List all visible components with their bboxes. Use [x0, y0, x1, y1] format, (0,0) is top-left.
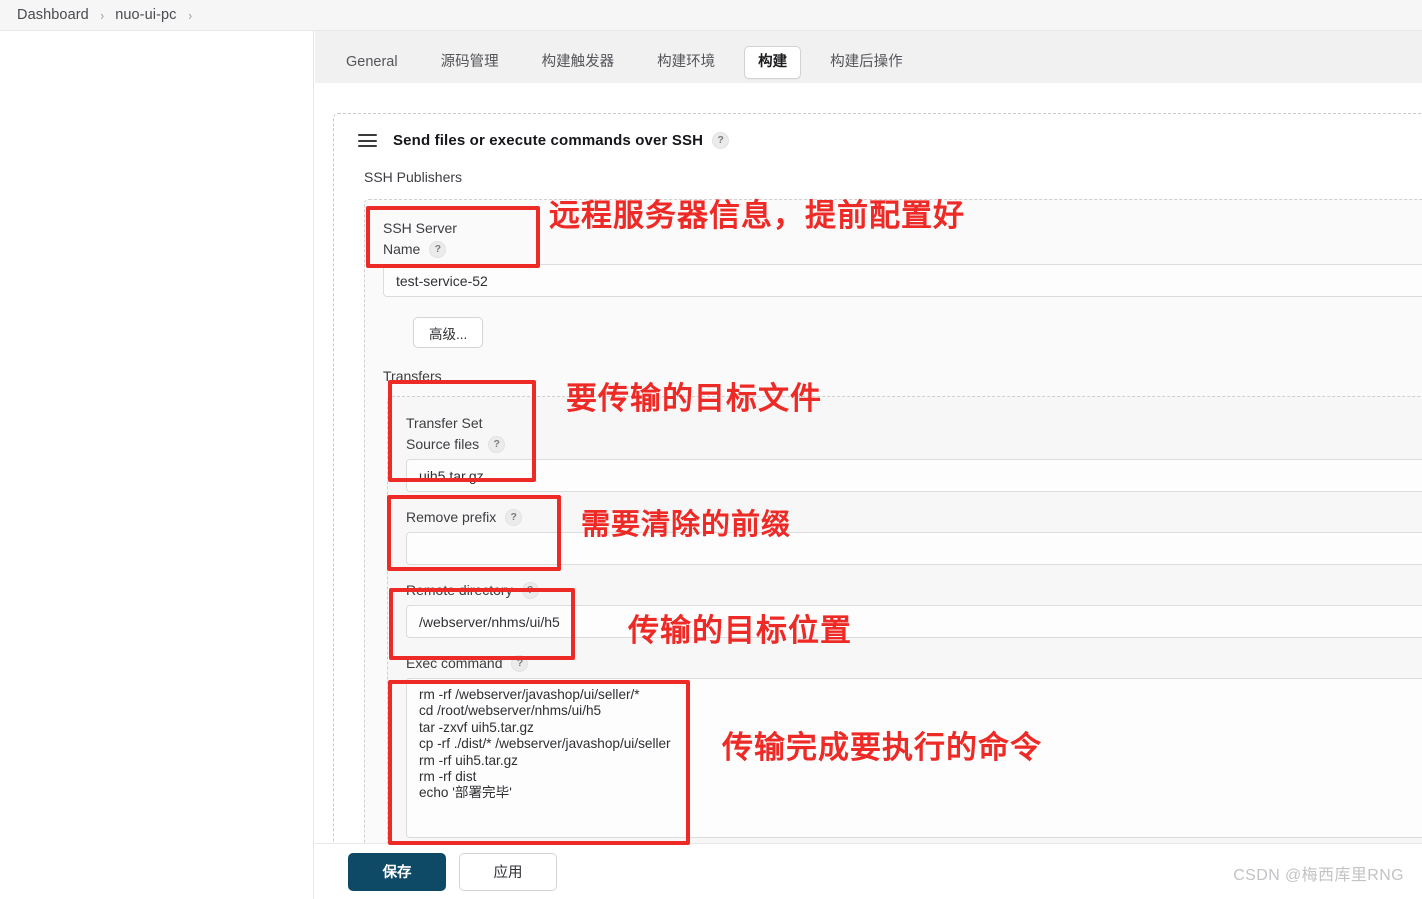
ssh-server-panel: SSH Server Name ? 高级... Transfers Transf [364, 199, 1422, 843]
transfer-set-legend: Transfer Set [406, 415, 483, 431]
remove-prefix-label-wrap: Remove prefix ? [388, 508, 1422, 526]
remote-directory-help-icon[interactable]: ? [521, 581, 539, 599]
source-files-label: Source files [406, 436, 480, 452]
breadcrumb-separator-icon: › [100, 7, 104, 23]
config-tabs: General 源码管理 构建触发器 构建环境 构建 构建后操作 [315, 31, 1422, 83]
field-row-remove-prefix: Remove prefix ? [388, 508, 1422, 565]
exec-command-label-wrap: Exec command ? [388, 654, 1422, 672]
source-files-help-icon[interactable]: ? [488, 435, 506, 453]
remote-directory-label: Remote directory [406, 582, 513, 598]
source-files-label-wrap: Source files ? [388, 435, 1422, 453]
source-files-input[interactable] [406, 459, 1422, 492]
main-content: General 源码管理 构建触发器 构建环境 构建 构建后操作 Send fi… [315, 31, 1422, 899]
builder-header: Send files or execute commands over SSH … [334, 132, 1422, 149]
tab-build-triggers[interactable]: 构建触发器 [528, 46, 629, 79]
breadcrumb-item-dashboard[interactable]: Dashboard [17, 7, 89, 23]
remote-directory-input[interactable] [406, 605, 1422, 638]
name-help-icon[interactable]: ? [429, 240, 447, 258]
exec-command-textarea[interactable] [406, 678, 1422, 838]
app-root: Dashboard › nuo-ui-pc › General 源码管理 构建触… [0, 0, 1422, 899]
apply-button[interactable]: 应用 [459, 852, 557, 891]
name-label-wrap: Name ? [365, 240, 1422, 258]
remote-directory-label-wrap: Remote directory ? [388, 581, 1422, 599]
transfer-set-panel: Transfer Set Source files ? Remove pr [387, 396, 1422, 843]
exec-command-help-icon[interactable]: ? [511, 654, 529, 672]
name-input[interactable] [383, 264, 1422, 297]
remove-prefix-input[interactable] [406, 532, 1422, 565]
tab-build[interactable]: 构建 [744, 45, 802, 79]
transfers-label: Transfers [383, 368, 442, 384]
builder-ssh-block: Send files or execute commands over SSH … [333, 113, 1422, 843]
drag-handle-icon[interactable] [358, 134, 377, 147]
field-row-name: Name ? [365, 240, 1422, 297]
exec-command-label: Exec command [406, 655, 503, 671]
tab-general[interactable]: General [332, 46, 412, 79]
field-row-exec-command: Exec command ? [388, 654, 1422, 838]
builder-title: Send files or execute commands over SSH [393, 132, 704, 149]
ssh-publishers-label: SSH Publishers [364, 169, 463, 185]
ssh-server-legend: SSH Server [383, 220, 457, 236]
breadcrumb-separator-icon-2: › [187, 7, 192, 23]
field-row-remote-directory: Remote directory ? [388, 581, 1422, 638]
save-button[interactable]: 保存 [348, 852, 446, 891]
advanced-button[interactable]: 高级... [413, 317, 484, 348]
watermark: CSDN @梅西库里RNG [1233, 867, 1404, 884]
help-icon[interactable]: ? [712, 132, 730, 149]
name-label: Name [383, 241, 421, 257]
breadcrumb-item-job[interactable]: nuo-ui-pc [115, 7, 176, 23]
config-form-scroll[interactable]: Send files or execute commands over SSH … [315, 83, 1422, 843]
breadcrumb: Dashboard › nuo-ui-pc › [0, 0, 1422, 31]
tab-source-code-management[interactable]: 源码管理 [427, 46, 513, 79]
remove-prefix-label: Remove prefix [406, 509, 497, 525]
tab-build-environment[interactable]: 构建环境 [643, 46, 729, 79]
remove-prefix-help-icon[interactable]: ? [505, 508, 523, 526]
tab-post-build-actions[interactable]: 构建后操作 [816, 46, 917, 79]
field-row-source-files: Source files ? [388, 435, 1422, 492]
sidebar [0, 31, 314, 899]
